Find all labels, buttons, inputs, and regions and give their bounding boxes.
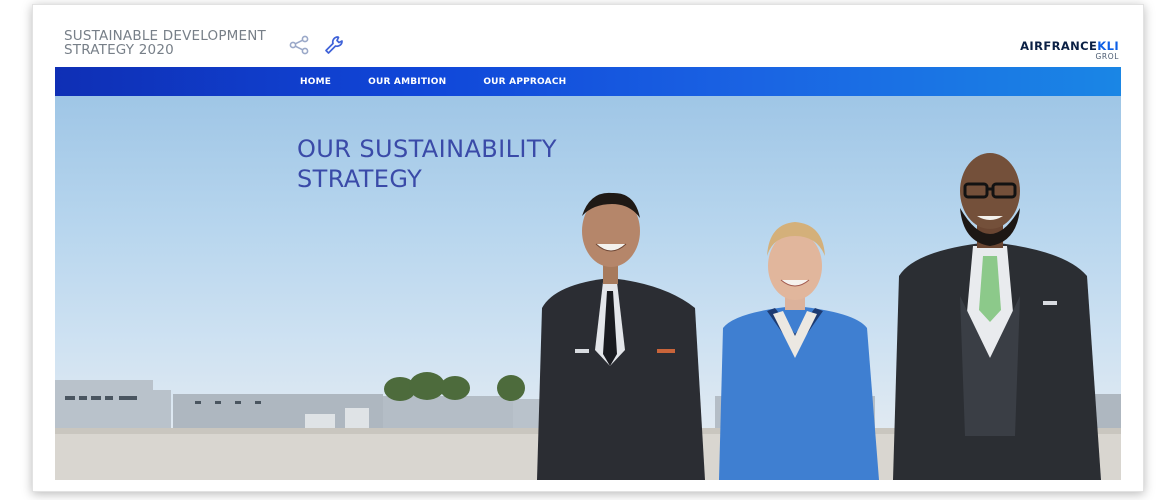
hero-title: OUR SUSTAINABILITY STRATEGY	[297, 135, 557, 193]
nav-home[interactable]: HOME	[300, 77, 331, 87]
brand-name: AIRFRANCEKLI	[1020, 39, 1119, 53]
nav-our-ambition[interactable]: OUR AMBITION	[368, 77, 446, 87]
main-navigation: HOME OUR AMBITION OUR APPROACH	[55, 67, 1121, 96]
attendant-figure	[719, 222, 879, 480]
hero-banner: OUR SUSTAINABILITY STRATEGY	[55, 96, 1121, 480]
top-bar: SUSTAINABLE DEVELOPMENT STRATEGY 2020 AI…	[33, 5, 1143, 67]
steward-figure	[893, 153, 1101, 480]
pilot-figure	[537, 192, 705, 480]
nav-our-approach[interactable]: OUR APPROACH	[483, 77, 566, 87]
brand-logo[interactable]: AIRFRANCEKLI GROL	[1020, 39, 1119, 61]
share-icon[interactable]	[289, 35, 311, 55]
wrench-icon[interactable]	[323, 35, 345, 55]
nav-items: HOME OUR AMBITION OUR APPROACH	[300, 67, 566, 96]
document-title: SUSTAINABLE DEVELOPMENT STRATEGY 2020	[64, 28, 266, 58]
brand-subtitle: GROL	[1095, 52, 1119, 61]
app-window: SUSTAINABLE DEVELOPMENT STRATEGY 2020 AI…	[32, 4, 1144, 492]
